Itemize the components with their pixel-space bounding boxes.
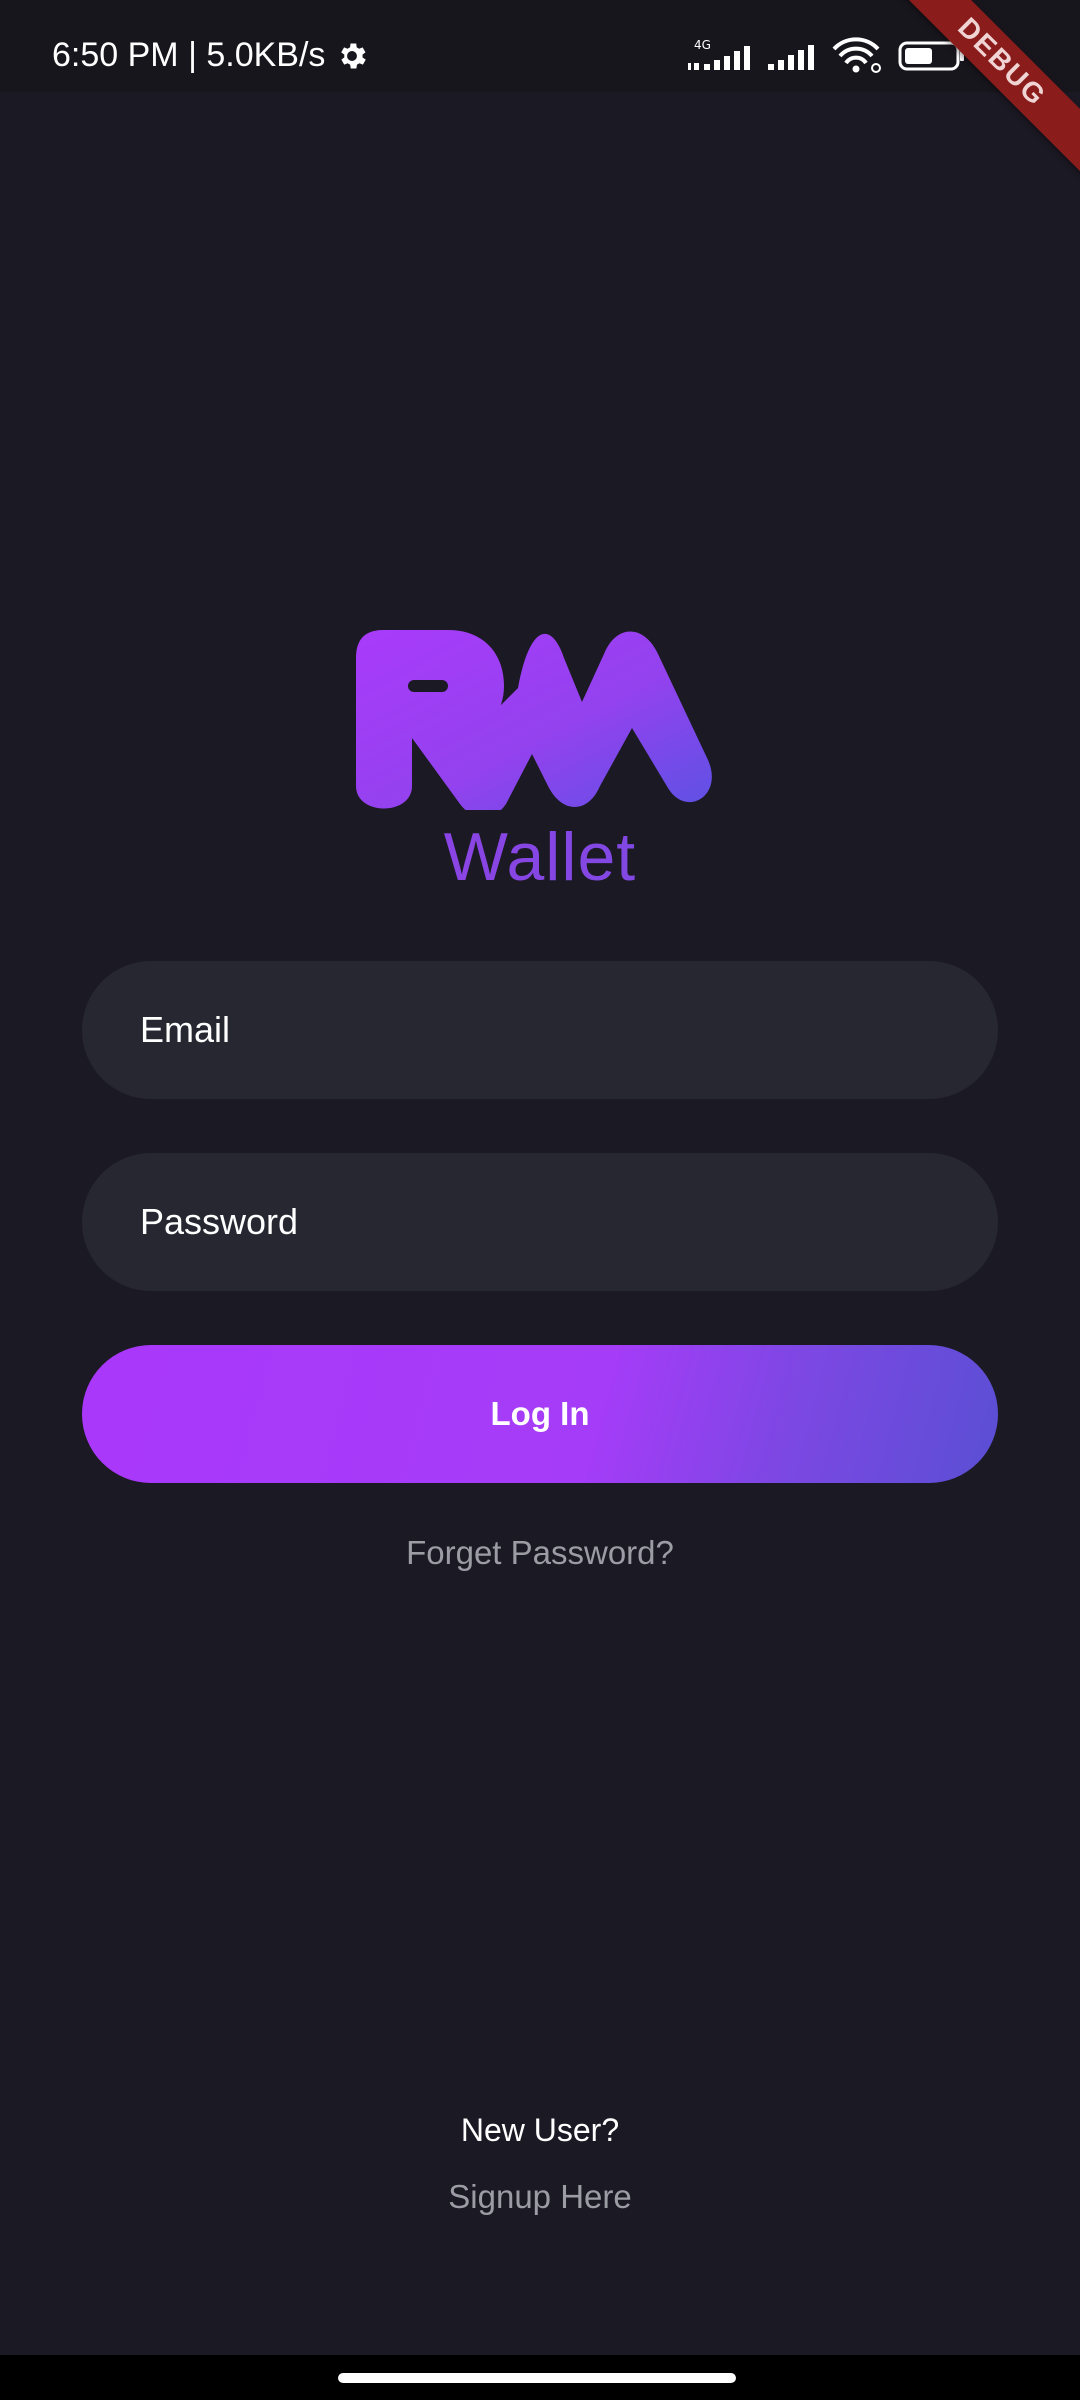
new-user-label: New User? xyxy=(460,2112,620,2148)
wifi-icon xyxy=(832,37,881,73)
email-field[interactable] xyxy=(82,961,998,1099)
status-bar: 6:50 PM | 5.0KB/s 4G DEBUG xyxy=(0,0,1080,184)
debug-banner: DEBUG xyxy=(880,0,1080,184)
status-left: 6:50 PM | 5.0KB/s xyxy=(52,36,369,75)
network-type-label: 4G xyxy=(694,38,711,52)
signal-4g-icon: 4G xyxy=(688,38,750,70)
status-time-speed: 6:50 PM | 5.0KB/s xyxy=(52,36,326,74)
signup-link[interactable]: Signup Here xyxy=(0,2178,1080,2216)
gear-icon xyxy=(341,43,367,68)
forgot-password-link[interactable]: Forget Password? xyxy=(0,1534,1080,1572)
password-field[interactable] xyxy=(82,1153,998,1291)
email-input[interactable] xyxy=(138,1008,998,1052)
wallet-wordmark: Wallet xyxy=(0,818,1080,896)
navigation-bar xyxy=(0,2355,1080,2400)
login-button[interactable]: Log In xyxy=(82,1345,998,1483)
home-indicator[interactable] xyxy=(338,2373,736,2383)
rm-logo-icon: RM xyxy=(356,630,712,810)
signal-icon xyxy=(768,45,814,70)
password-input[interactable] xyxy=(138,1200,998,1244)
